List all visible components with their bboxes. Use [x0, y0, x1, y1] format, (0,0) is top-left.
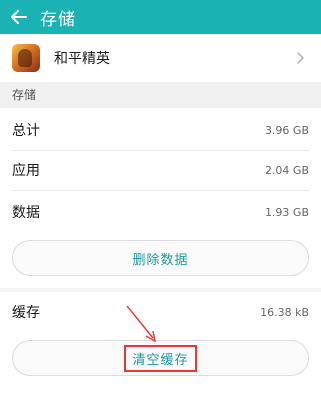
clear-data-button[interactable]: 删除数据 [12, 240, 309, 276]
cache-card: 缓存 16.38 kB 清空缓存 [0, 292, 321, 400]
row-value: 2.04 GB [264, 163, 309, 177]
row-label: 总计 [12, 123, 40, 139]
row-label: 缓存 [12, 305, 40, 321]
storage-row-total: 总计 3.96 GB [0, 110, 321, 150]
back-arrow-icon [11, 10, 27, 24]
cache-row: 缓存 16.38 kB [0, 292, 321, 332]
clear-cache-label: 清空缓存 [124, 344, 197, 372]
page-title: 存储 [40, 9, 76, 30]
app-bar: 存储 [0, 0, 321, 34]
divider [12, 190, 309, 191]
storage-card: 总计 3.96 GB 应用 2.04 GB 数据 1.93 GB 删除数据 [0, 108, 321, 288]
row-value: 3.96 GB [264, 123, 309, 137]
game-app-icon [12, 44, 40, 72]
app-name: 和平精英 [54, 51, 110, 67]
back-button[interactable] [2, 0, 36, 34]
storage-section-header: 存储 [0, 82, 321, 108]
clear-cache-button[interactable]: 清空缓存 [12, 340, 309, 376]
row-label: 应用 [12, 163, 40, 179]
row-value: 1.93 GB [264, 205, 309, 219]
row-label: 数据 [12, 205, 40, 221]
row-value: 16.38 kB [260, 305, 309, 319]
app-info-row[interactable]: 和平精英 [0, 34, 321, 82]
storage-row-app: 应用 2.04 GB [0, 150, 321, 190]
storage-row-data: 数据 1.93 GB [0, 192, 321, 232]
chevron-right-icon [297, 52, 304, 64]
